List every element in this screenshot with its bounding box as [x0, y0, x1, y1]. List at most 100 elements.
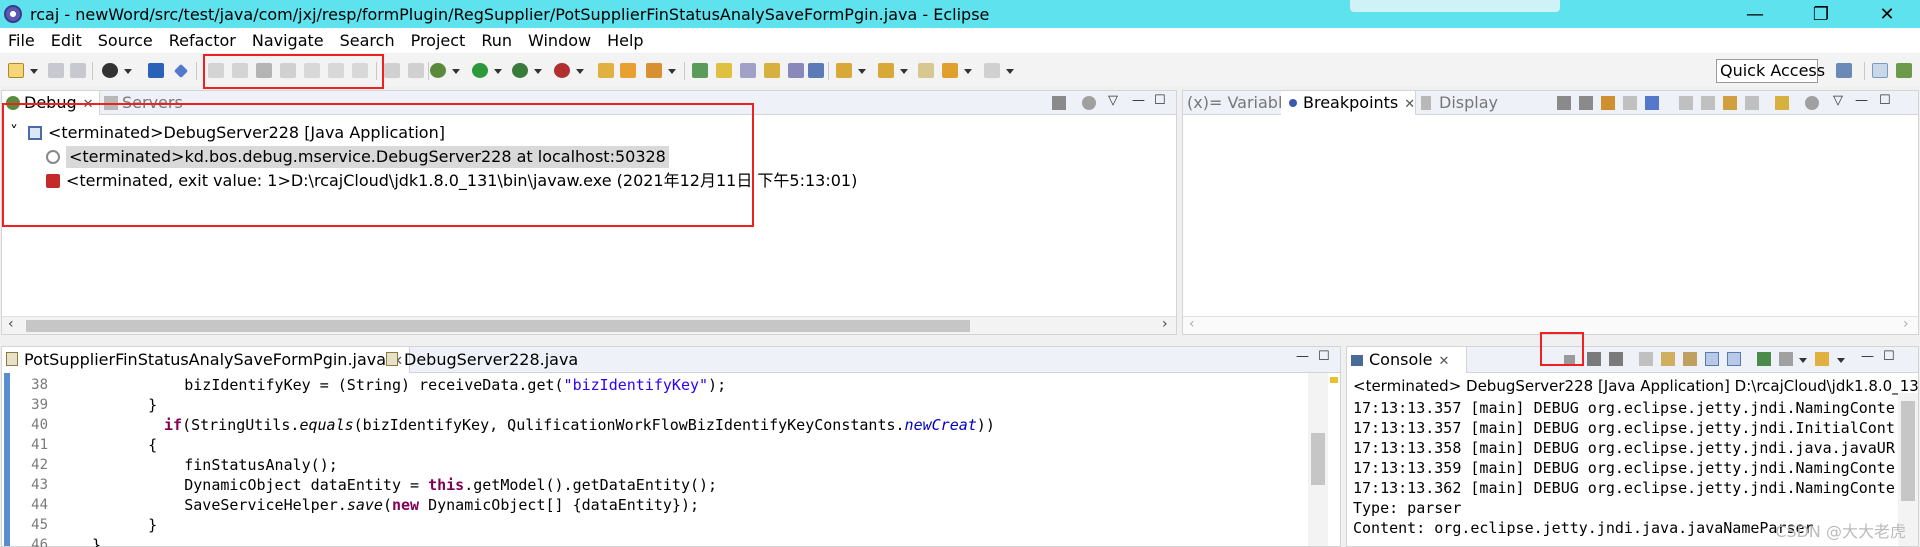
- terminal-icon[interactable]: [148, 63, 164, 78]
- editor-vertical-scrollbar[interactable]: [1308, 373, 1328, 546]
- open-perspective-icon[interactable]: [1836, 63, 1852, 78]
- new-package-icon[interactable]: [598, 63, 614, 78]
- back-icon[interactable]: [942, 63, 958, 78]
- close-icon[interactable]: ✕: [1439, 354, 1450, 369]
- minimize-view-icon[interactable]: —: [1132, 93, 1145, 108]
- external-tools-dropdown-icon[interactable]: [576, 69, 584, 74]
- tab-potsupplier-java[interactable]: PotSupplierFinStatusAnalySaveFormPgin.ja…: [2, 347, 410, 373]
- show-on-stderr-icon[interactable]: [1727, 352, 1741, 366]
- close-button[interactable]: ✕: [1854, 0, 1920, 28]
- view-dropdown-icon[interactable]: ▽: [1833, 93, 1843, 108]
- show-on-stdout-icon[interactable]: [1705, 352, 1719, 366]
- code-line-43[interactable]: DynamicObject dataEntity = this.getModel…: [112, 476, 717, 494]
- maximize-view-icon[interactable]: ☐: [1154, 93, 1166, 108]
- minimize-button[interactable]: —: [1722, 0, 1788, 28]
- tab-debugserver-java[interactable]: DebugServer228.java: [382, 347, 578, 373]
- remove-all-terminated-icon[interactable]: [1609, 352, 1623, 366]
- java-perspective-icon[interactable]: [1872, 63, 1888, 78]
- paragraph-icon[interactable]: [808, 63, 824, 78]
- display-console-icon[interactable]: [1779, 352, 1793, 366]
- run-icon[interactable]: [472, 63, 488, 78]
- menu-edit[interactable]: Edit: [43, 31, 90, 50]
- scroll-thumb[interactable]: [26, 320, 970, 332]
- code-line-44[interactable]: SaveServiceHelper.save(new DynamicObject…: [112, 496, 699, 514]
- minimize-view-icon[interactable]: —: [1861, 349, 1874, 364]
- show-whitespace-icon[interactable]: [788, 63, 804, 78]
- debug-bug-icon[interactable]: [430, 63, 446, 78]
- expand-all-icon[interactable]: [1679, 96, 1693, 110]
- remove-launch-icon[interactable]: [1587, 352, 1601, 366]
- menu-search[interactable]: Search: [332, 31, 403, 50]
- remove-breakpoint-icon[interactable]: [1557, 96, 1571, 110]
- mark-occurrences-icon[interactable]: [716, 63, 732, 78]
- menu-run[interactable]: Run: [473, 31, 520, 50]
- save-icon[interactable]: [48, 63, 64, 78]
- save-all-icon[interactable]: [70, 63, 86, 78]
- scroll-left-icon[interactable]: ‹: [8, 316, 14, 332]
- block-selection-icon[interactable]: [764, 63, 780, 78]
- menu-file[interactable]: File: [0, 31, 43, 50]
- use-step-filters-icon[interactable]: [408, 63, 424, 78]
- scroll-right-icon[interactable]: ›: [1903, 316, 1909, 332]
- open-console-icon[interactable]: [1815, 352, 1829, 366]
- display-console-dropdown-icon[interactable]: [1799, 358, 1807, 363]
- go-to-file-icon[interactable]: [1623, 96, 1637, 110]
- prev-annotation-icon[interactable]: [878, 63, 894, 78]
- new-icon[interactable]: [8, 63, 24, 78]
- add-breakpoint-icon[interactable]: [1745, 96, 1759, 110]
- menu-project[interactable]: Project: [403, 31, 474, 50]
- last-edit-icon[interactable]: [918, 63, 934, 78]
- view-menu-icon[interactable]: [1082, 96, 1096, 110]
- scroll-thumb[interactable]: [1311, 433, 1325, 485]
- debug-perspective-icon[interactable]: [1896, 63, 1912, 78]
- quick-access-input[interactable]: Quick Access: [1716, 59, 1825, 83]
- menu-source[interactable]: Source: [90, 31, 161, 50]
- show-supported-icon[interactable]: [1601, 96, 1615, 110]
- run-dropdown-icon[interactable]: [494, 69, 502, 74]
- user-dropdown-icon[interactable]: [124, 69, 132, 74]
- external-tools-icon[interactable]: [554, 63, 570, 78]
- user-icon[interactable]: [102, 63, 118, 78]
- scroll-left-icon[interactable]: ‹: [1189, 316, 1195, 332]
- menu-navigate[interactable]: Navigate: [244, 31, 332, 50]
- new-class-icon[interactable]: [620, 63, 636, 78]
- java-exception-icon[interactable]: [1775, 96, 1789, 110]
- coverage-dropdown-icon[interactable]: [534, 69, 542, 74]
- open-console-dropdown-icon[interactable]: [1837, 358, 1845, 363]
- search-icon[interactable]: [692, 63, 708, 78]
- drop-to-frame-icon[interactable]: [384, 63, 400, 78]
- code-line-40[interactable]: if(StringUtils.equals(bizIdentifyKey, Qu…: [164, 416, 995, 434]
- skip-breakpoints-icon[interactable]: [173, 63, 189, 79]
- word-wrap-icon[interactable]: [1683, 352, 1697, 366]
- view-dropdown-icon[interactable]: ▽: [1108, 93, 1118, 108]
- minimize-view-icon[interactable]: —: [1296, 349, 1309, 364]
- menu-help[interactable]: Help: [599, 31, 651, 50]
- tab-display[interactable]: Display: [1417, 91, 1498, 115]
- menu-window[interactable]: Window: [520, 31, 599, 50]
- pin-console-icon[interactable]: [1757, 352, 1771, 366]
- code-line-45[interactable]: }: [112, 516, 157, 534]
- code-line-46[interactable]: }: [92, 536, 101, 547]
- next-annotation-icon[interactable]: [836, 63, 852, 78]
- scroll-right-icon[interactable]: ›: [1162, 316, 1168, 332]
- view-menu-icon[interactable]: [1805, 96, 1819, 110]
- back-dropdown-icon[interactable]: [964, 69, 972, 74]
- forward-dropdown-icon[interactable]: [1006, 69, 1014, 74]
- maximize-view-icon[interactable]: ☐: [1883, 349, 1895, 364]
- prev-annotation-dropdown-icon[interactable]: [900, 69, 908, 74]
- maximize-view-icon[interactable]: ☐: [1879, 93, 1891, 108]
- remove-all-breakpoints-icon[interactable]: [1579, 96, 1593, 110]
- maximize-button[interactable]: ❐: [1788, 0, 1854, 28]
- code-line-42[interactable]: finStatusAnaly();: [112, 456, 338, 474]
- code-line-39[interactable]: }: [112, 396, 157, 414]
- coverage-icon[interactable]: [512, 63, 528, 78]
- open-type-icon[interactable]: [646, 63, 662, 78]
- debug-horizontal-scrollbar[interactable]: ‹ ›: [2, 316, 1176, 334]
- open-type-dropdown-icon[interactable]: [668, 69, 676, 74]
- close-icon[interactable]: ✕: [1404, 97, 1415, 112]
- clear-console-icon[interactable]: [1639, 352, 1653, 366]
- maximize-view-icon[interactable]: ☐: [1318, 349, 1330, 364]
- new-dropdown-icon[interactable]: [30, 69, 38, 74]
- collapse-all-icon[interactable]: [1701, 96, 1715, 110]
- minimize-view-icon[interactable]: —: [1855, 93, 1868, 108]
